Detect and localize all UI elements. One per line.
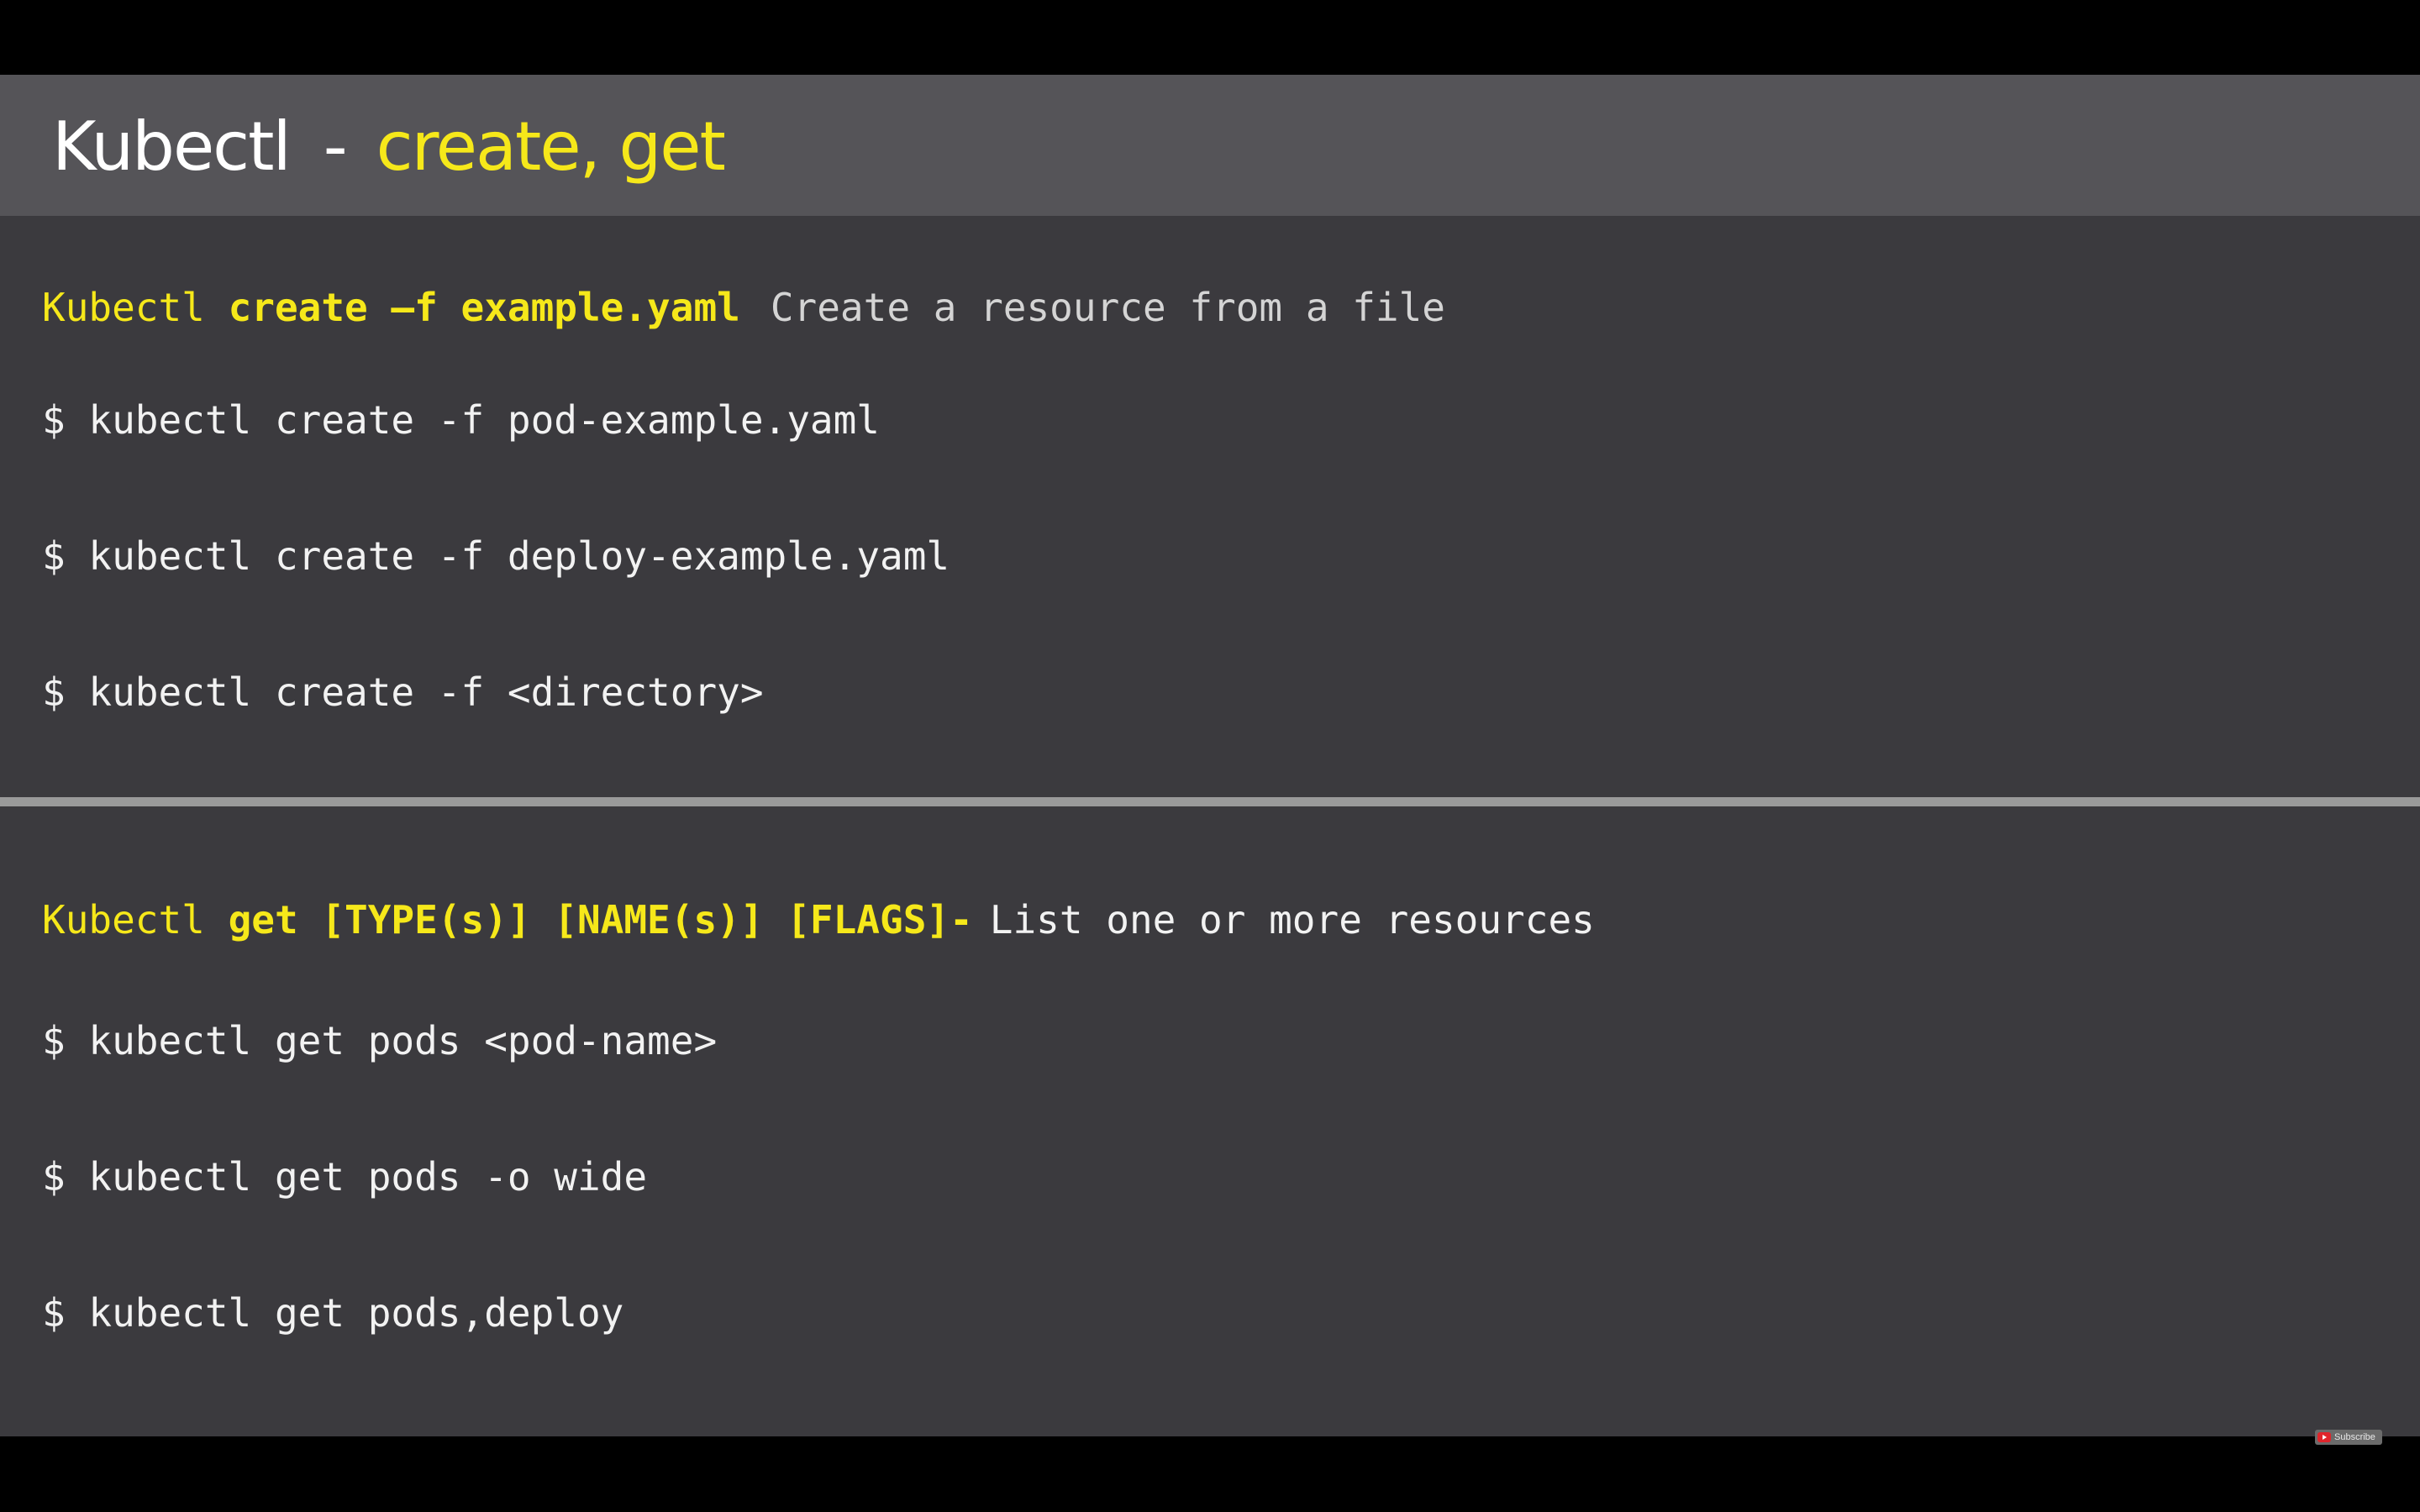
create-heading: Kubectl create –f example.yaml Create a r…	[42, 282, 1445, 333]
title-highlight: create, get	[376, 108, 726, 186]
create-command-3: $ kubectl create -f <directory>	[42, 669, 764, 715]
get-heading-prefix: Kubectl	[42, 897, 229, 942]
section-divider	[0, 797, 2420, 806]
get-command-1: $ kubectl get pods <pod-name>	[42, 1018, 718, 1063]
page-title: Kubectl - create, get	[52, 105, 726, 189]
subscribe-button[interactable]: Subscribe	[2315, 1430, 2382, 1445]
get-command-3: $ kubectl get pods,deploy	[42, 1290, 624, 1336]
title-main: Kubectl	[52, 108, 292, 186]
top-letterbox	[0, 0, 2420, 75]
slide: Kubectl - create, get Kubectl create –f ex…	[0, 75, 2420, 1436]
title-separator: -	[323, 108, 348, 186]
create-heading-prefix: Kubectl	[42, 285, 229, 330]
bottom-letterbox	[0, 1436, 2420, 1512]
youtube-icon	[2317, 1432, 2331, 1442]
create-heading-command: create –f example.yaml	[228, 285, 740, 330]
get-heading-description: List one or more resources	[989, 897, 1595, 942]
get-heading-command: get [TYPE(s)] [NAME(s)] [FLAGS]-	[228, 897, 973, 942]
slide-header: Kubectl - create, get	[0, 75, 2420, 216]
subscribe-label: Subscribe	[2334, 1432, 2375, 1442]
create-command-2: $ kubectl create -f deploy-example.yaml	[42, 533, 950, 579]
get-command-2: $ kubectl get pods -o wide	[42, 1154, 648, 1200]
create-command-1: $ kubectl create -f pod-example.yaml	[42, 397, 880, 443]
get-heading: Kubectl get [TYPE(s)] [NAME(s)] [FLAGS]-…	[42, 895, 1595, 945]
create-heading-description: Create a resource from a file	[770, 285, 1445, 330]
